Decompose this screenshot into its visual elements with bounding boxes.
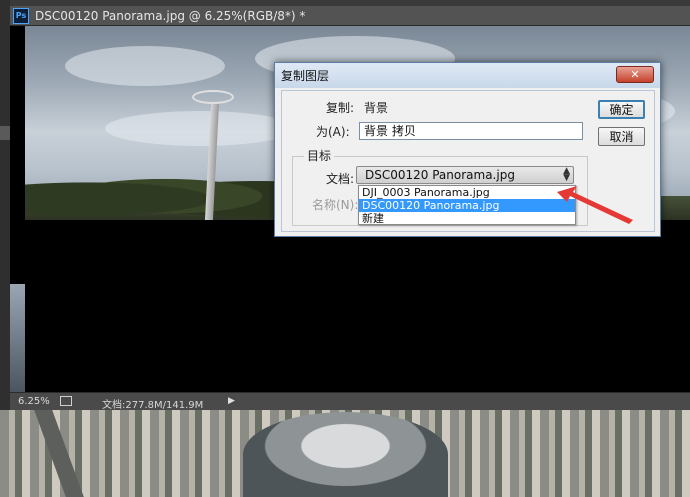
stadium — [243, 412, 448, 497]
target-group-title: 目标 — [304, 147, 335, 164]
dropdown-option-new[interactable]: 新建 — [359, 212, 575, 225]
zoom-level[interactable]: 6.25% — [18, 396, 50, 407]
copy-value: 背景 — [364, 101, 389, 115]
annotation-arrow-icon — [557, 186, 633, 224]
close-button[interactable]: ✕ — [616, 66, 654, 83]
side-image-strip — [10, 284, 25, 392]
dropdown-option[interactable]: DJI_0003 Panorama.jpg — [359, 186, 575, 199]
as-label: 为(A): — [316, 125, 350, 139]
document-size-info: 文档:277.8M/141.9M — [102, 400, 204, 411]
ok-button[interactable]: 确定 — [598, 100, 645, 119]
status-menu-arrow-icon[interactable]: ▶ — [228, 396, 235, 406]
dialog-title: 复制图层 — [281, 69, 330, 83]
document-select-value: DSC00120 Panorama.jpg — [365, 168, 515, 182]
photoshop-workspace: Ps DSC00120 Panorama.jpg @ 6.25%(RGB/8*)… — [0, 0, 690, 497]
document-label: 文档: — [326, 172, 355, 186]
document-select[interactable]: DSC00120 Panorama.jpg ▲ ▼ — [356, 166, 574, 184]
document-tab-title: DSC00120 Panorama.jpg @ 6.25%(RGB/8*) * — [35, 8, 306, 23]
city-aerial-image — [0, 410, 690, 497]
photoshop-icon: Ps — [13, 7, 29, 24]
dialog-titlebar[interactable]: 复制图层 ✕ — [275, 63, 660, 88]
road — [34, 410, 84, 497]
document-tab[interactable]: Ps DSC00120 Panorama.jpg @ 6.25%(RGB/8*)… — [10, 6, 690, 26]
name-label: 名称(N): — [312, 198, 359, 212]
floodlight-head — [192, 90, 234, 104]
export-icon[interactable] — [60, 396, 72, 406]
document-dropdown: DJI_0003 Panorama.jpg DSC00120 Panorama.… — [358, 185, 576, 225]
status-bar: 6.25% 文档:277.8M/141.9M ▶ — [10, 392, 690, 411]
cancel-button[interactable]: 取消 — [598, 127, 645, 146]
copy-label: 复制: — [326, 101, 355, 115]
panel-collapse-handle[interactable] — [0, 126, 10, 140]
dropdown-option-selected[interactable]: DSC00120 Panorama.jpg — [359, 199, 575, 212]
layer-name-input[interactable]: 背景 拷贝 — [359, 122, 583, 140]
